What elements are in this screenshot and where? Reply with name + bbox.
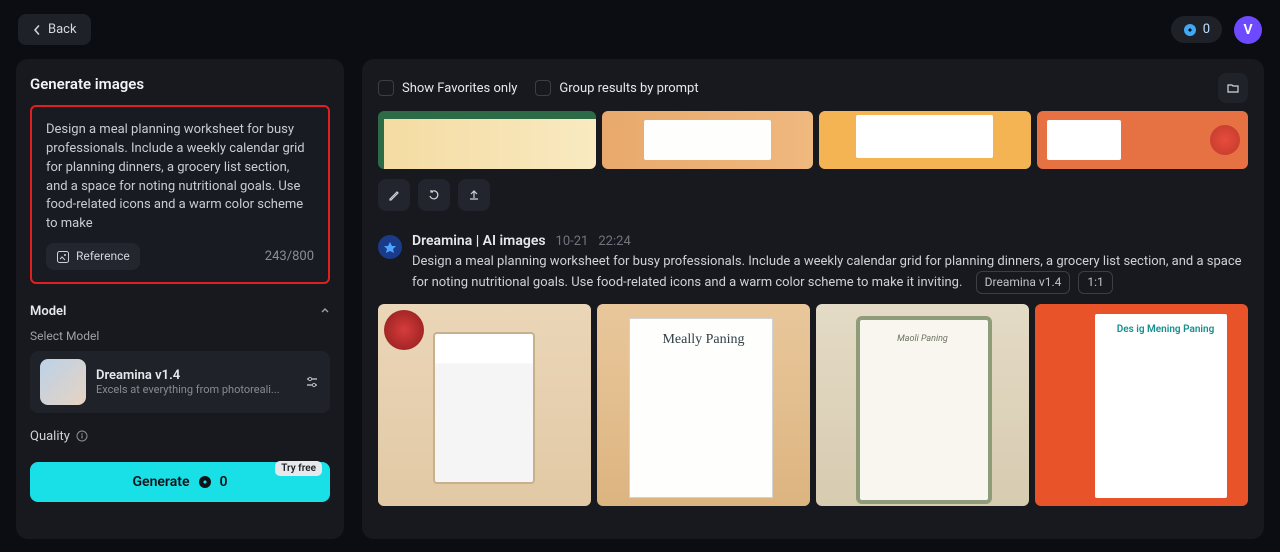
credits-pill[interactable]: 0 bbox=[1171, 16, 1222, 43]
model-tag[interactable]: Dreamina v1.4 bbox=[976, 271, 1071, 294]
select-model-label: Select Model bbox=[30, 329, 330, 343]
prompt-footer: Reference 243/800 bbox=[46, 243, 314, 270]
result-time: 22:24 bbox=[598, 234, 630, 249]
folder-button[interactable] bbox=[1218, 73, 1248, 103]
image-caption: Maoli Paning bbox=[816, 334, 1029, 344]
regenerate-button[interactable] bbox=[418, 179, 450, 211]
back-button[interactable]: Back bbox=[18, 14, 91, 45]
share-button[interactable] bbox=[458, 179, 490, 211]
result-image[interactable] bbox=[602, 111, 814, 169]
group-label: Group results by prompt bbox=[559, 81, 698, 96]
try-free-badge: Try free bbox=[275, 461, 322, 476]
sliders-icon[interactable] bbox=[304, 374, 320, 390]
result-prompt: Design a meal planning worksheet for bus… bbox=[412, 254, 1242, 290]
favorites-label: Show Favorites only bbox=[402, 81, 517, 96]
results-panel: Show Favorites only Group results by pro… bbox=[362, 59, 1264, 539]
top-right: 0 V bbox=[1171, 16, 1262, 44]
filter-row: Show Favorites only Group results by pro… bbox=[378, 80, 699, 96]
result-block: Dreamina | AI images 10-21 22:24 Design … bbox=[378, 233, 1248, 506]
reference-label: Reference bbox=[76, 249, 130, 263]
result-actions bbox=[378, 179, 1248, 211]
folder-icon bbox=[1226, 81, 1240, 96]
chevron-left-icon bbox=[32, 22, 42, 37]
result-image[interactable] bbox=[819, 111, 1031, 169]
main-area: Generate images Design a meal planning w… bbox=[0, 59, 1280, 539]
result-image[interactable]: Meally Paning bbox=[597, 304, 810, 506]
result-image-grid: Meal Man Paning Meally Paning Maoli Pani… bbox=[378, 304, 1248, 506]
model-description: Excels at everything from photoreali... bbox=[96, 383, 286, 396]
checkbox-icon bbox=[535, 80, 551, 96]
quality-label: Quality bbox=[30, 429, 70, 444]
result-image[interactable] bbox=[378, 111, 596, 169]
previous-result-row bbox=[378, 111, 1248, 169]
generate-cost: 0 bbox=[220, 474, 228, 490]
credits-count: 0 bbox=[1203, 22, 1210, 37]
favorites-filter[interactable]: Show Favorites only bbox=[378, 80, 517, 96]
generate-panel: Generate images Design a meal planning w… bbox=[16, 59, 344, 539]
group-filter[interactable]: Group results by prompt bbox=[535, 80, 698, 96]
char-count: 243/800 bbox=[265, 249, 314, 264]
result-meta: Dreamina | AI images 10-21 22:24 Design … bbox=[412, 233, 1248, 294]
coin-icon bbox=[1183, 22, 1197, 37]
generate-button[interactable]: Generate 0 Try free bbox=[30, 462, 330, 502]
model-section-label: Model bbox=[30, 304, 66, 319]
model-name: Dreamina v1.4 bbox=[96, 368, 294, 383]
pencil-icon bbox=[387, 188, 401, 203]
model-section-header[interactable]: Model bbox=[30, 304, 330, 319]
edit-button[interactable] bbox=[378, 179, 410, 211]
ratio-tag[interactable]: 1:1 bbox=[1078, 271, 1112, 294]
source-badge-icon bbox=[378, 235, 402, 259]
model-card[interactable]: Dreamina v1.4 Excels at everything from … bbox=[30, 351, 330, 413]
result-image[interactable]: Maoli Paning bbox=[816, 304, 1029, 506]
coin-icon bbox=[198, 474, 212, 490]
result-date: 10-21 bbox=[556, 234, 589, 249]
avatar-initial: V bbox=[1243, 22, 1252, 38]
top-bar: Back 0 V bbox=[0, 0, 1280, 59]
model-thumbnail bbox=[40, 359, 86, 405]
results-header: Show Favorites only Group results by pro… bbox=[378, 73, 1248, 103]
upload-icon bbox=[467, 188, 481, 203]
result-image[interactable]: Meal Man Paning bbox=[378, 304, 591, 506]
image-caption: Meally Paning bbox=[597, 332, 810, 348]
generate-label: Generate bbox=[133, 474, 190, 490]
panel-title: Generate images bbox=[30, 75, 330, 93]
result-prompt-line: Design a meal planning worksheet for bus… bbox=[412, 253, 1248, 294]
reference-button[interactable]: Reference bbox=[46, 243, 140, 270]
prompt-box: Design a meal planning worksheet for bus… bbox=[30, 105, 330, 284]
chevron-up-icon bbox=[320, 304, 330, 319]
result-image[interactable] bbox=[1037, 111, 1249, 169]
image-caption: Meal Man Paning bbox=[448, 340, 521, 351]
prompt-textarea[interactable]: Design a meal planning worksheet for bus… bbox=[46, 121, 314, 229]
user-avatar[interactable]: V bbox=[1234, 16, 1262, 44]
model-info: Dreamina v1.4 Excels at everything from … bbox=[96, 368, 294, 396]
back-label: Back bbox=[48, 22, 77, 37]
result-image[interactable]: Des ig Mening Paning bbox=[1035, 304, 1248, 506]
image-add-icon bbox=[56, 249, 70, 264]
info-icon bbox=[76, 429, 88, 444]
refresh-icon bbox=[427, 188, 441, 203]
quality-row[interactable]: Quality bbox=[30, 429, 330, 444]
checkbox-icon bbox=[378, 80, 394, 96]
result-header: Dreamina | AI images 10-21 22:24 Design … bbox=[378, 233, 1248, 294]
source-name: Dreamina | AI images bbox=[412, 233, 546, 249]
image-caption: Des ig Mening Paning bbox=[1097, 324, 1234, 335]
